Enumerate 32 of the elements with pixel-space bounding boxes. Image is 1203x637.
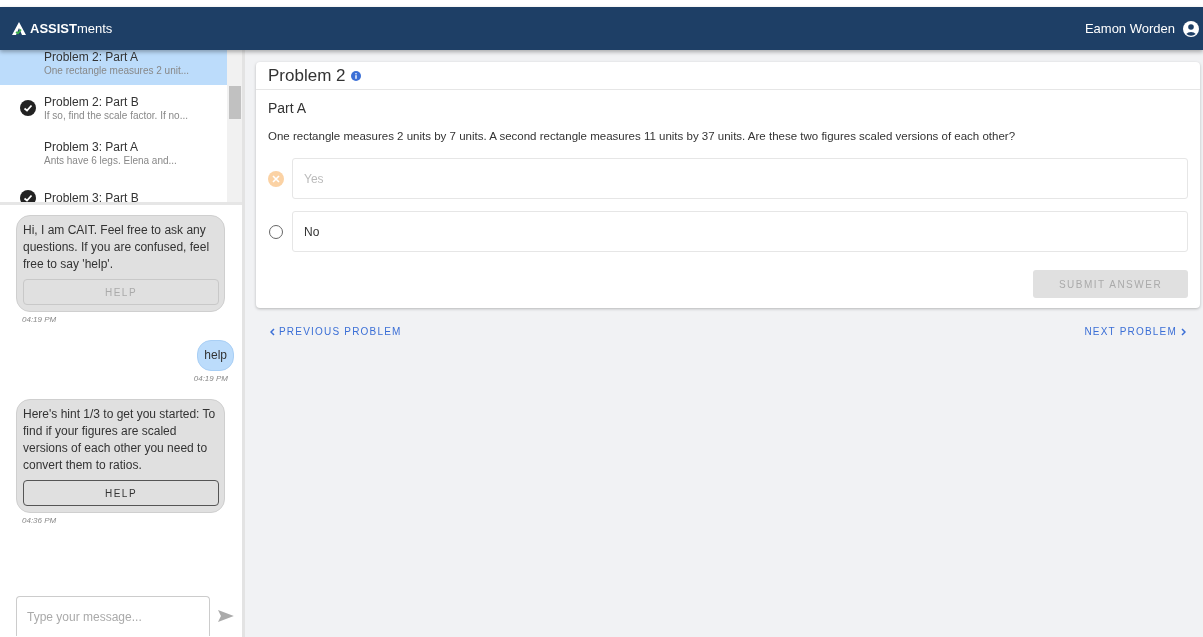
- part-heading: Part A: [268, 100, 308, 116]
- message-input[interactable]: Type your message...: [16, 596, 211, 636]
- message-time: 04:19 PM: [193, 374, 228, 383]
- problem-snippet: If so, find the scale factor. If no...: [44, 109, 188, 121]
- check-icon: [20, 189, 36, 202]
- answer-choice[interactable]: No: [292, 211, 1188, 252]
- info-icon[interactable]: [351, 70, 362, 81]
- chevron-left-icon: [270, 327, 275, 336]
- help-button[interactable]: HELP: [23, 480, 219, 506]
- user-icon[interactable]: [1183, 20, 1199, 37]
- message-text: Here's hint 1/3 to get you started: To find if your figures are scaled versions of each other you need to convert them to ratios.: [23, 407, 216, 472]
- chevron-right-icon: [1181, 327, 1186, 336]
- problem-title: Problem 3: Part B: [44, 190, 139, 202]
- previous-link[interactable]: PREVIOUS PROBLEM: [270, 326, 402, 337]
- message-text: help: [204, 348, 227, 362]
- problem-title: Problem 3: Part A: [44, 139, 140, 154]
- problem-snippet: One rectangle measures 2 unit...: [44, 64, 190, 76]
- message-text: Hi, I am CAIT. Feel free to ask any questions. If you are confused, feel free to say 'help'.: [23, 223, 210, 271]
- problem-title: Problem 2: Part B: [44, 94, 140, 109]
- problem-snippet: Ants have 6 legs. Elena and...: [44, 154, 177, 166]
- brand-name: ASSISTments: [30, 21, 113, 36]
- logo-icon: [12, 22, 26, 35]
- user-name: Eamon Worden: [1084, 21, 1175, 36]
- next-link[interactable]: NEXT PROBLEM: [1084, 326, 1186, 337]
- message-time: 04:19 PM: [22, 315, 57, 324]
- problem-heading: Problem 2: [268, 65, 346, 86]
- scrollbar[interactable]: [227, 50, 242, 202]
- question-text: One rectangle measures 2 units by 7 units. A second rectangle measures 11 units by 37 units. Are these two figures scaled versions of each other?: [268, 130, 1017, 142]
- problem-item[interactable]: Problem 2: Part A One rectangle measures 2 unit...: [0, 50, 227, 85]
- problem-title: Problem 2: Part A: [44, 50, 140, 64]
- check-icon: [20, 99, 36, 116]
- message-time: 04:36 PM: [22, 516, 57, 525]
